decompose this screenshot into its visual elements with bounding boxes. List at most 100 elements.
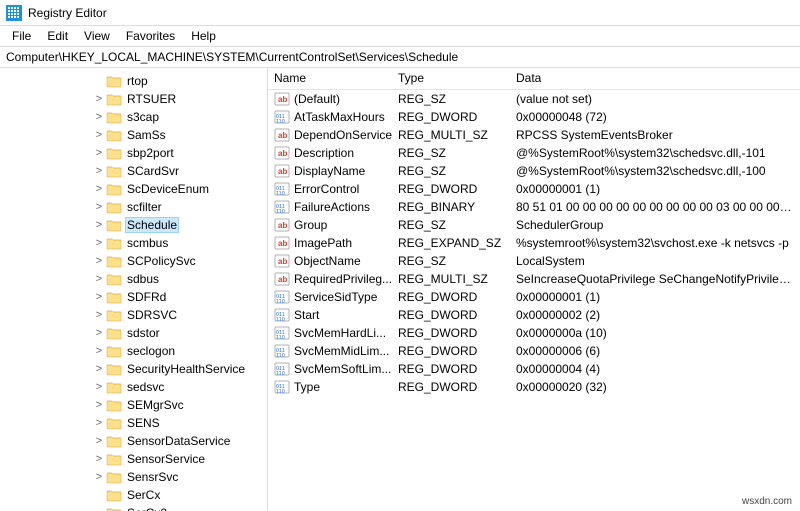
tree-item[interactable]: >seclogon xyxy=(0,342,267,360)
expander-icon[interactable]: > xyxy=(92,93,106,105)
list-row[interactable]: TypeREG_DWORD0x00000020 (32) xyxy=(268,378,800,396)
tree-item[interactable]: >s3cap xyxy=(0,108,267,126)
tree-item[interactable]: >scfilter xyxy=(0,198,267,216)
tree-item[interactable]: >ScDeviceEnum xyxy=(0,180,267,198)
tree-item[interactable]: SerCx2 xyxy=(0,504,267,511)
expander-icon[interactable]: > xyxy=(92,273,106,285)
expander-icon[interactable]: > xyxy=(92,399,106,411)
tree-item-label: sedsvc xyxy=(125,380,166,394)
tree-item[interactable]: > SCardSvr xyxy=(0,162,267,180)
folder-icon xyxy=(106,488,122,502)
column-data[interactable]: Data xyxy=(510,68,800,89)
list-row[interactable]: StartREG_DWORD0x00000002 (2) xyxy=(268,306,800,324)
list-row[interactable]: ImagePathREG_EXPAND_SZ%systemroot%\syste… xyxy=(268,234,800,252)
expander-icon[interactable]: > xyxy=(92,183,106,195)
tree-item-label: SCardSvr xyxy=(125,164,181,178)
menu-favorites[interactable]: Favorites xyxy=(118,28,183,44)
expander-icon[interactable]: > xyxy=(92,471,106,483)
tree-item[interactable]: >SamSs xyxy=(0,126,267,144)
expander-icon[interactable]: > xyxy=(92,111,106,123)
folder-icon xyxy=(106,470,122,484)
tree-item[interactable]: SerCx xyxy=(0,486,267,504)
list-row[interactable]: ObjectNameREG_SZLocalSystem xyxy=(268,252,800,270)
list-row[interactable]: (Default)REG_SZ(value not set) xyxy=(268,90,800,108)
tree-item-label: RTSUER xyxy=(125,92,178,106)
expander-icon[interactable]: > xyxy=(92,237,106,249)
expander-icon[interactable]: > xyxy=(92,363,106,375)
value-name-cell: (Default) xyxy=(268,91,392,107)
expander-icon[interactable]: > xyxy=(92,255,106,267)
value-type: REG_DWORD xyxy=(392,380,510,394)
menu-file[interactable]: File xyxy=(4,28,39,44)
address-bar[interactable]: Computer\HKEY_LOCAL_MACHINE\SYSTEM\Curre… xyxy=(0,46,800,68)
tree-item[interactable]: >SensrSvc xyxy=(0,468,267,486)
menu-help[interactable]: Help xyxy=(183,28,224,44)
tree-item[interactable]: >scmbus xyxy=(0,234,267,252)
expander-icon[interactable]: > xyxy=(92,129,106,141)
expander-icon[interactable]: > xyxy=(92,381,106,393)
list-row[interactable]: SvcMemSoftLim...REG_DWORD0x00000004 (4) xyxy=(268,360,800,378)
list-row[interactable]: SvcMemMidLim...REG_DWORD0x00000006 (6) xyxy=(268,342,800,360)
expander-icon[interactable]: > xyxy=(92,165,106,177)
expander-icon[interactable]: > xyxy=(92,219,106,231)
list-row[interactable]: FailureActionsREG_BINARY80 51 01 00 00 0… xyxy=(268,198,800,216)
value-data: SchedulerGroup xyxy=(510,218,800,232)
expander-icon[interactable]: > xyxy=(92,291,106,303)
list-row[interactable]: SvcMemHardLi...REG_DWORD0x0000000a (10) xyxy=(268,324,800,342)
value-name: FailureActions xyxy=(294,200,370,214)
folder-icon xyxy=(106,200,122,214)
value-data: @%SystemRoot%\system32\schedsvc.dll,-100 xyxy=(510,164,800,178)
expander-icon[interactable]: > xyxy=(92,345,106,357)
expander-icon[interactable]: > xyxy=(92,201,106,213)
value-name: ObjectName xyxy=(294,254,361,268)
list-row[interactable]: DisplayNameREG_SZ@%SystemRoot%\system32\… xyxy=(268,162,800,180)
column-type[interactable]: Type xyxy=(392,68,510,89)
value-name-cell: Type xyxy=(268,379,392,395)
value-name: Description xyxy=(294,146,354,160)
tree-item[interactable]: >SensorDataService xyxy=(0,432,267,450)
expander-icon[interactable]: > xyxy=(92,435,106,447)
list-row[interactable]: DescriptionREG_SZ@%SystemRoot%\system32\… xyxy=(268,144,800,162)
folder-icon xyxy=(106,128,122,142)
tree-item[interactable]: >SDRSVC xyxy=(0,306,267,324)
tree-item[interactable]: > RTSUER xyxy=(0,90,267,108)
tree-item[interactable]: >sdbus xyxy=(0,270,267,288)
tree-item[interactable]: >sbp2port xyxy=(0,144,267,162)
tree-item[interactable]: >SDFRd xyxy=(0,288,267,306)
tree-item[interactable]: > sedsvc xyxy=(0,378,267,396)
tree-item[interactable]: >SEMgrSvc xyxy=(0,396,267,414)
tree-item[interactable]: >SensorService xyxy=(0,450,267,468)
expander-icon[interactable]: > xyxy=(92,327,106,339)
tree-item[interactable]: > sdstor xyxy=(0,324,267,342)
folder-icon xyxy=(106,380,122,394)
tree-item-label: SerCx xyxy=(125,488,162,502)
expander-icon[interactable]: > xyxy=(92,309,106,321)
tree-item[interactable]: >Schedule xyxy=(0,216,267,234)
value-name: ImagePath xyxy=(294,236,352,250)
folder-icon xyxy=(106,506,122,511)
expander-icon[interactable]: > xyxy=(92,417,106,429)
list-row[interactable]: GroupREG_SZSchedulerGroup xyxy=(268,216,800,234)
list-row[interactable]: AtTaskMaxHoursREG_DWORD0x00000048 (72) xyxy=(268,108,800,126)
folder-icon xyxy=(106,308,122,322)
list-row[interactable]: ServiceSidTypeREG_DWORD0x00000001 (1) xyxy=(268,288,800,306)
tree-scroll[interactable]: rtop > RTSUER >s3cap>SamSs>sbp2port > SCardSv… xyxy=(0,72,267,511)
column-name[interactable]: Name xyxy=(268,68,392,89)
menu-edit[interactable]: Edit xyxy=(39,28,76,44)
value-name: Start xyxy=(294,308,319,322)
expander-icon[interactable]: > xyxy=(92,453,106,465)
list-body[interactable]: (Default)REG_SZ(value not set)AtTaskMaxH… xyxy=(268,90,800,511)
folder-icon xyxy=(106,74,122,88)
tree-item-label: sdstor xyxy=(125,326,162,340)
tree-item[interactable]: >SCPolicySvc xyxy=(0,252,267,270)
value-type: REG_DWORD xyxy=(392,308,510,322)
tree-item[interactable]: rtop xyxy=(0,72,267,90)
value-name: (Default) xyxy=(294,92,340,106)
tree-item[interactable]: >SENS xyxy=(0,414,267,432)
menu-view[interactable]: View xyxy=(76,28,118,44)
list-row[interactable]: DependOnServiceREG_MULTI_SZRPCSS SystemE… xyxy=(268,126,800,144)
list-row[interactable]: RequiredPrivileg...REG_MULTI_SZSeIncreas… xyxy=(268,270,800,288)
expander-icon[interactable]: > xyxy=(92,147,106,159)
list-row[interactable]: ErrorControlREG_DWORD0x00000001 (1) xyxy=(268,180,800,198)
tree-item[interactable]: >SecurityHealthService xyxy=(0,360,267,378)
